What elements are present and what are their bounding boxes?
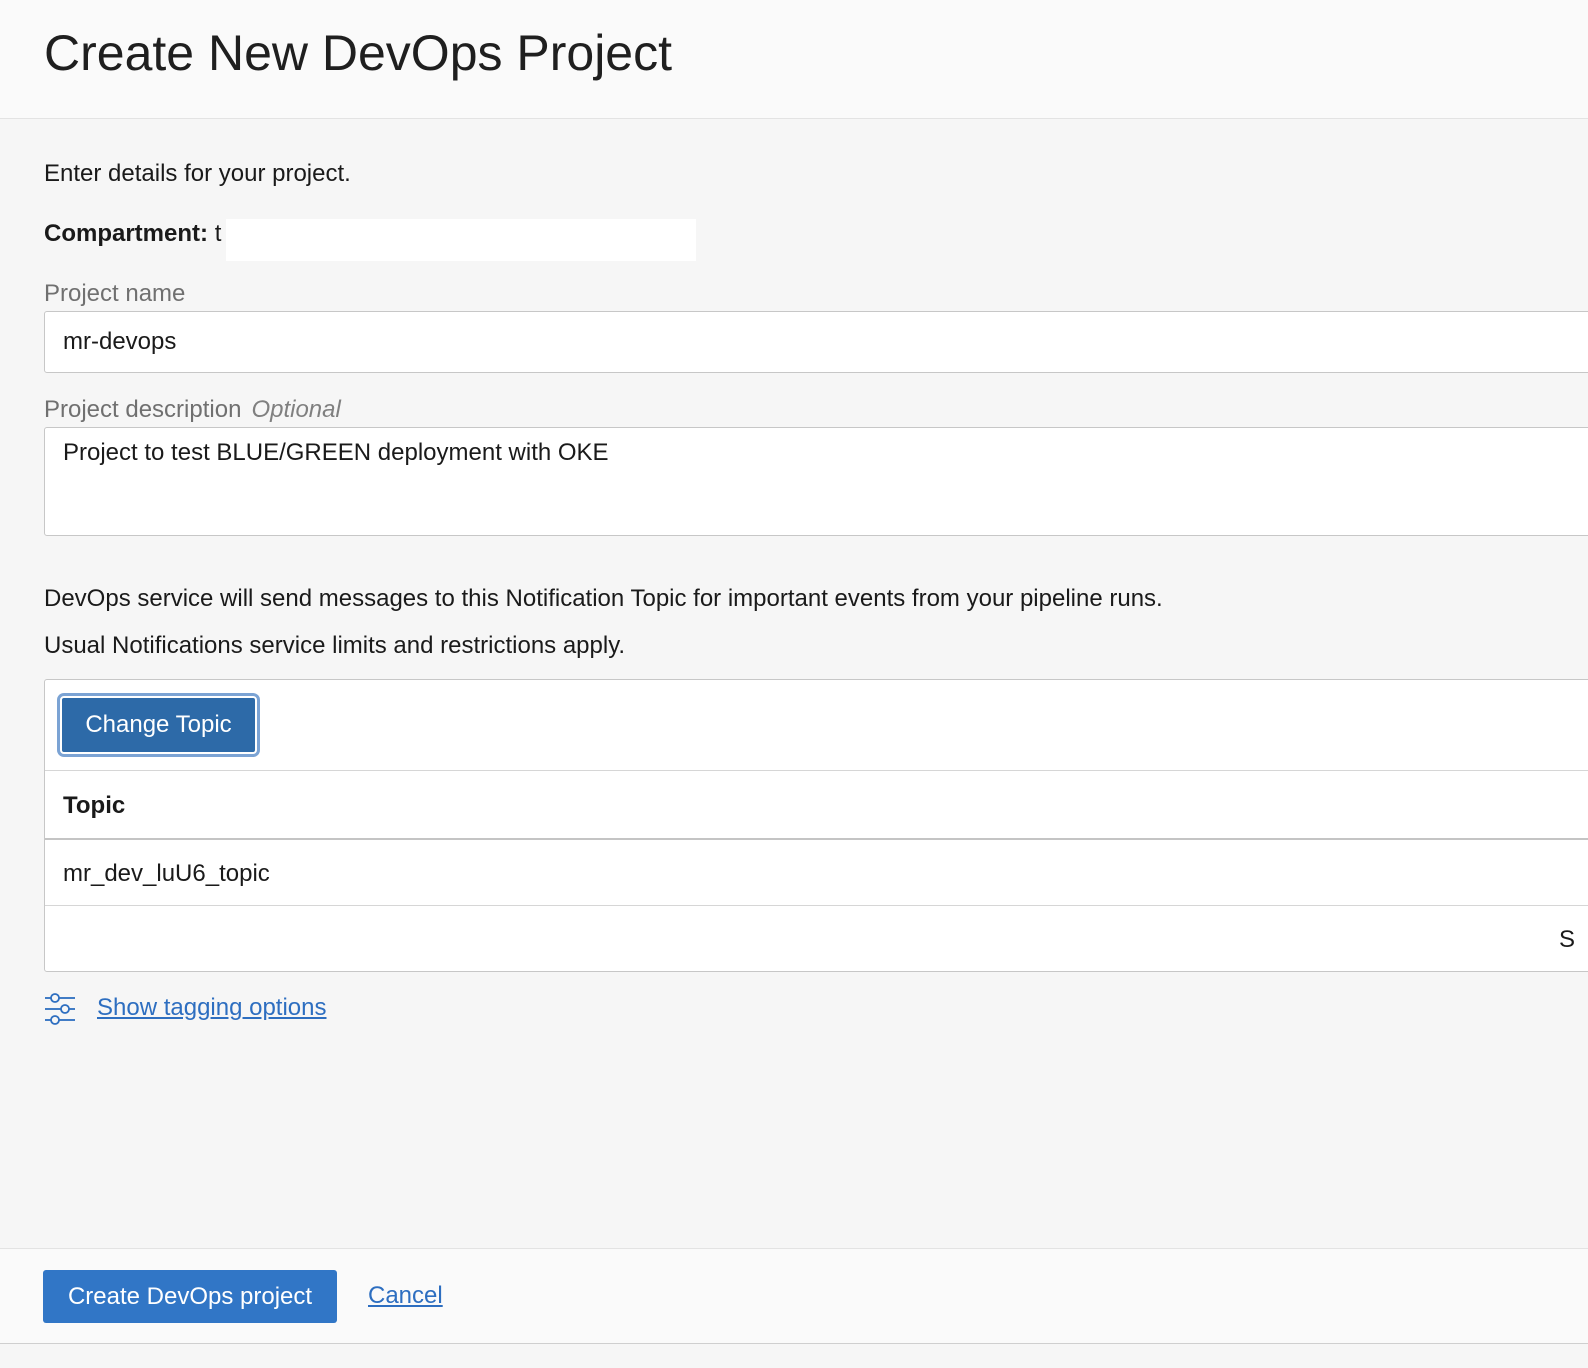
redacted-area <box>226 219 696 261</box>
topic-column-header: Topic <box>63 792 126 819</box>
project-description-label: Project description <box>44 396 242 423</box>
cancel-link[interactable]: Cancel <box>368 1282 443 1310</box>
project-description-label-group: Project description Optional <box>44 396 341 424</box>
limits-note: Usual Notifications service limits and r… <box>44 632 626 659</box>
divider <box>45 905 1588 906</box>
project-name-input[interactable]: mr-devops <box>44 311 1588 373</box>
compartment-label: Compartment: <box>44 220 209 247</box>
topic-panel: Change Topic Topic mr_dev_luU6_topic S <box>44 679 1588 972</box>
change-topic-button[interactable]: Change Topic <box>60 696 257 754</box>
table-cell-topic: mr_dev_luU6_topic <box>63 860 270 887</box>
page-title: Create New DevOps Project <box>44 25 673 81</box>
table-footer-text: S <box>1559 926 1576 953</box>
create-devops-project-button[interactable]: Create DevOps project <box>43 1270 337 1323</box>
page-header: Create New DevOps Project <box>0 0 1588 119</box>
compartment-info: Compartment: t <box>44 220 221 248</box>
notification-note: DevOps service will send messages to thi… <box>44 585 1163 612</box>
divider <box>45 838 1588 840</box>
intro-text: Enter details for your project. <box>44 160 351 187</box>
project-name-label: Project name <box>44 280 186 307</box>
divider <box>45 770 1588 771</box>
footer-bar: Create DevOps project Cancel <box>0 1248 1588 1344</box>
optional-tag: Optional <box>251 396 341 423</box>
show-tagging-options-link[interactable]: Show tagging options <box>97 994 327 1022</box>
project-description-textarea[interactable]: Project to test BLUE/GREEN deployment wi… <box>44 427 1588 536</box>
sliders-icon <box>44 992 76 1026</box>
compartment-value: t <box>214 220 222 247</box>
